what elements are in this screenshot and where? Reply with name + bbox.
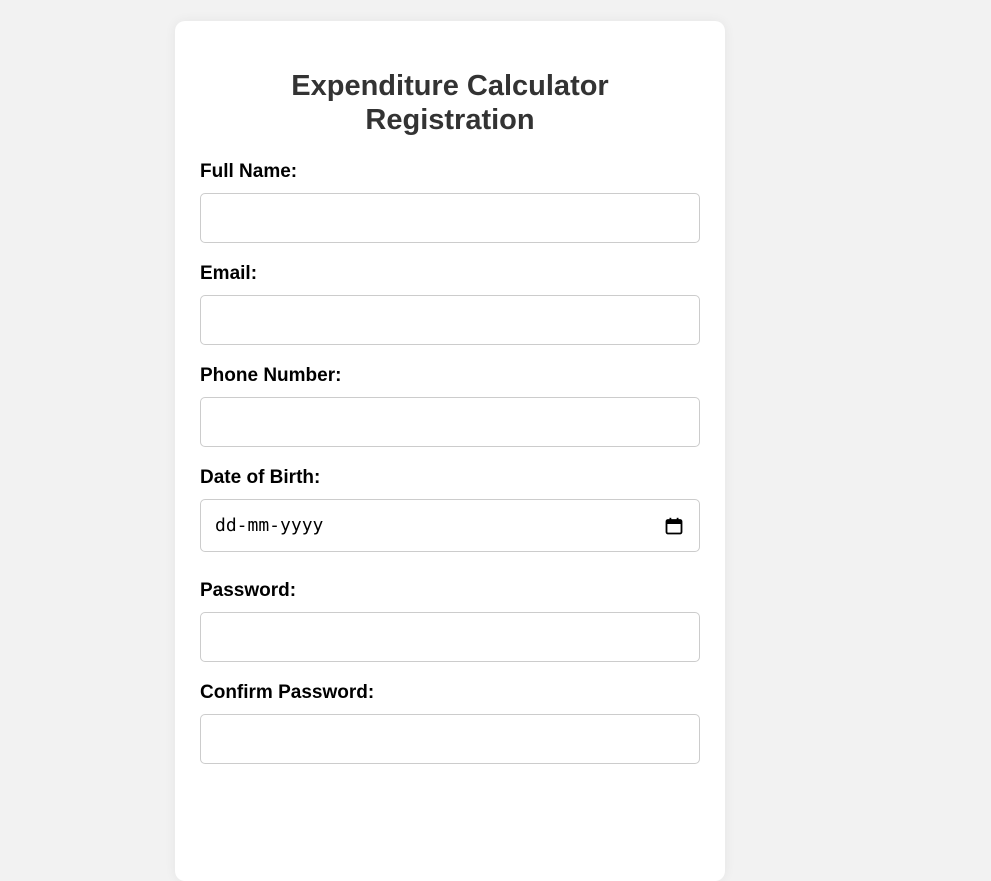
date-of-birth-input[interactable]: dd-mm-yyyy (200, 499, 700, 552)
password-label: Password: (200, 580, 297, 601)
date-of-birth-field: Date of Birth: dd-mm-yyyy (200, 467, 700, 552)
phone-field: Phone Number: (200, 365, 700, 447)
password-input[interactable] (200, 612, 700, 662)
password-field: Password: (200, 580, 700, 662)
email-input[interactable] (200, 295, 700, 345)
full-name-label: Full Name: (200, 161, 298, 182)
date-of-birth-label: Date of Birth: (200, 467, 321, 488)
confirm-password-field: Confirm Password: (200, 682, 700, 764)
confirm-password-label: Confirm Password: (200, 682, 375, 703)
registration-card: Expenditure Calculator Registration Full… (175, 21, 725, 881)
full-name-input[interactable] (200, 193, 700, 243)
email-label: Email: (200, 263, 258, 284)
full-name-field: Full Name: (200, 161, 700, 243)
phone-label: Phone Number: (200, 365, 342, 386)
phone-input[interactable] (200, 397, 700, 447)
form-title: Expenditure Calculator Registration (291, 70, 609, 136)
confirm-password-input[interactable] (200, 714, 700, 764)
calendar-icon[interactable] (665, 517, 683, 535)
email-field: Email: (200, 263, 700, 345)
date-placeholder: dd-mm-yyyy (215, 515, 324, 536)
